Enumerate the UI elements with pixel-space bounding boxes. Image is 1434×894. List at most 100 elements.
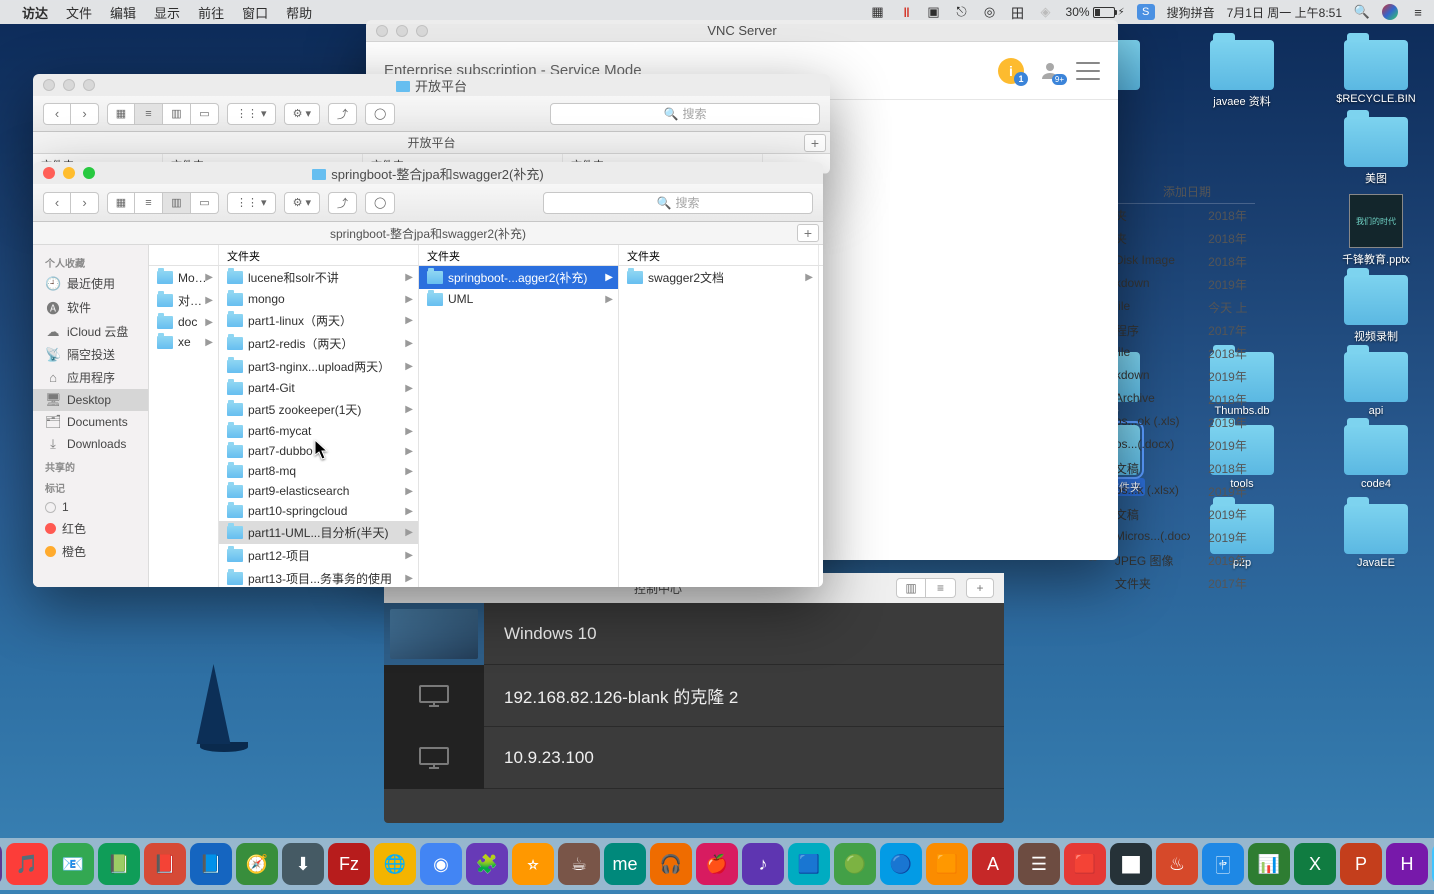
desktop-icon[interactable]: 我们的时代千锋教育.pptx (1332, 194, 1420, 267)
new-tab-button[interactable]: + (797, 224, 819, 242)
ime-name[interactable]: 搜狗拼音 (1167, 4, 1215, 21)
back-button[interactable]: ‹ (43, 103, 71, 125)
sidebar-item[interactable]: ☁︎iCloud 云盘 (33, 320, 148, 343)
action-button[interactable]: ⚙︎ ▾ (284, 103, 320, 125)
forward-button[interactable]: › (71, 103, 99, 125)
sidebar-item[interactable]: 🅐软件 (33, 295, 148, 320)
dock-app[interactable]: me (604, 843, 646, 885)
vm-row[interactable]: 192.168.82.126-blank 的克隆 2 (384, 665, 1004, 727)
titlebar[interactable]: springboot-整合jpa和swagger2(补充) (33, 162, 823, 184)
list-item[interactable]: part12-项目▶ (219, 544, 418, 567)
vm-row[interactable]: 10.9.23.100 (384, 727, 1004, 789)
menu-icon[interactable] (1076, 62, 1100, 80)
tab[interactable]: springboot-整合jpa和swagger2(补充) (330, 225, 526, 242)
sidebar-item[interactable]: 🕘最近使用 (33, 272, 148, 295)
dock-app[interactable]: X (1294, 843, 1336, 885)
desktop-icon[interactable]: javaee 资料 (1198, 40, 1286, 109)
list-item[interactable]: part8-mq▶ (219, 461, 418, 481)
dock-app[interactable]: ⭐︎ (512, 843, 554, 885)
dock-app[interactable]: 📧 (52, 843, 94, 885)
dock-app[interactable]: 📗 (98, 843, 140, 885)
dock-app[interactable]: 📘 (190, 843, 232, 885)
sidebar-item[interactable]: ⤓Downloads (33, 433, 148, 455)
status-icon[interactable]: ▣ (926, 4, 942, 20)
sidebar-tag[interactable]: 红色 (33, 517, 148, 540)
list-item[interactable]: xe▶ (149, 332, 218, 352)
list-item[interactable]: doc▶ (149, 312, 218, 332)
dock-app[interactable]: Fz (328, 843, 370, 885)
tags-button[interactable]: ◯ (365, 103, 395, 125)
desktop-icon[interactable]: api (1332, 352, 1420, 417)
spotlight-icon[interactable]: 🔍 (1354, 4, 1370, 20)
dock-app[interactable]: 🌐 (374, 843, 416, 885)
sidebar-item[interactable]: 📡隔空投送 (33, 343, 148, 366)
arrange-button[interactable]: ⋮⋮ ▾ (227, 103, 276, 125)
column-2[interactable]: springboot-...agger2(补充)▶UML▶ (419, 266, 619, 587)
column-3[interactable]: swagger2文档▶ (619, 266, 819, 587)
list-item[interactable]: part13-项目...务事务的使用▶ (219, 567, 418, 587)
view-switcher[interactable]: ▦≡▥▭ (107, 103, 219, 125)
battery-status[interactable]: 30% ⚡︎ (1066, 5, 1125, 19)
ime-icon[interactable]: S (1137, 4, 1155, 20)
status-icon[interactable]: 田 (1010, 4, 1026, 20)
dock-app[interactable]: 🎧 (650, 843, 692, 885)
dock-app[interactable]: 🟢 (834, 843, 876, 885)
dock-app[interactable]: 🔵 (880, 843, 922, 885)
dock-app[interactable]: ◉ (420, 843, 462, 885)
dock-app[interactable]: ⬛︎ (1110, 843, 1152, 885)
tags-button[interactable]: ◯ (365, 192, 395, 214)
search-field[interactable]: 🔍 搜索 (543, 192, 813, 214)
list-item[interactable]: part10-springcloud▶ (219, 501, 418, 521)
desktop-icon[interactable]: 视频录制 (1332, 275, 1420, 344)
menu-view[interactable]: 显示 (154, 3, 180, 22)
status-icon[interactable]: ▦ (870, 4, 886, 20)
sidebar-tag[interactable]: 1 (33, 497, 148, 517)
arrange-button[interactable]: ⋮⋮ ▾ (227, 192, 276, 214)
share-button[interactable]: ⤴︎ (328, 103, 357, 125)
notification-center-icon[interactable]: ≡ (1410, 4, 1426, 20)
column-1[interactable]: lucene和solr不讲▶mongo▶part1-linux（两天）▶part… (219, 266, 419, 587)
list-item[interactable]: lucene和solr不讲▶ (219, 266, 418, 289)
list-item[interactable]: part4-Git▶ (219, 378, 418, 398)
column-0[interactable]: Mock测试▶对象编程▶doc▶xe▶ (149, 266, 219, 587)
dock-app[interactable]: 🟧 (926, 843, 968, 885)
dock-app[interactable]: 🎵 (6, 843, 48, 885)
dock-app[interactable]: ⬇︎ (282, 843, 324, 885)
list-item[interactable]: part11-UML...目分析(半天)▶ (219, 521, 418, 544)
status-icon[interactable]: ⎋ (954, 4, 970, 20)
dock-app[interactable]: 🀄︎ (1202, 843, 1244, 885)
dock-app[interactable]: ☕︎ (558, 843, 600, 885)
status-icon[interactable]: ◎ (982, 4, 998, 20)
desktop-icon[interactable]: code4 (1332, 425, 1420, 496)
titlebar[interactable]: 开放平台 (33, 74, 830, 96)
add-button[interactable]: + (966, 578, 994, 598)
dock-app[interactable]: P (1340, 843, 1382, 885)
notification-icon[interactable]: i1 (998, 58, 1024, 84)
forward-button[interactable]: › (71, 192, 99, 214)
desktop-icon[interactable]: JavaEE (1332, 504, 1420, 569)
menu-edit[interactable]: 编辑 (110, 3, 136, 22)
menu-go[interactable]: 前往 (198, 3, 224, 22)
list-item[interactable]: Mock测试▶ (149, 266, 218, 289)
dock-app[interactable]: H (1386, 843, 1428, 885)
dock-app[interactable]: 🟦 (788, 843, 830, 885)
dock-app[interactable]: 🟥 (1064, 843, 1106, 885)
sidebar-item[interactable]: 🗂Documents (33, 411, 148, 433)
list-item[interactable]: mongo▶ (219, 289, 418, 309)
list-item[interactable]: part6-mycat▶ (219, 421, 418, 441)
list-item[interactable]: UML▶ (419, 289, 618, 309)
search-field[interactable]: 🔍 搜索 (550, 103, 820, 125)
app-menu[interactable]: 访达 (22, 3, 48, 22)
list-item[interactable]: part2-redis（两天）▶ (219, 332, 418, 355)
sidebar-item[interactable]: 🖥Desktop (33, 389, 148, 411)
list-item[interactable]: springboot-...agger2(补充)▶ (419, 266, 618, 289)
menu-window[interactable]: 窗口 (242, 3, 268, 22)
siri-icon[interactable] (1382, 4, 1398, 20)
view-switcher[interactable]: ▥≡ (896, 578, 956, 598)
desktop-icon[interactable]: 美图 (1332, 117, 1420, 186)
wifi-icon[interactable]: ◈ (1038, 4, 1054, 20)
dock-app[interactable]: 🌐 (0, 843, 2, 885)
sidebar-item[interactable]: ⌂应用程序 (33, 366, 148, 389)
dock-app[interactable]: 🧭 (236, 843, 278, 885)
dock-app[interactable]: 🧩 (466, 843, 508, 885)
